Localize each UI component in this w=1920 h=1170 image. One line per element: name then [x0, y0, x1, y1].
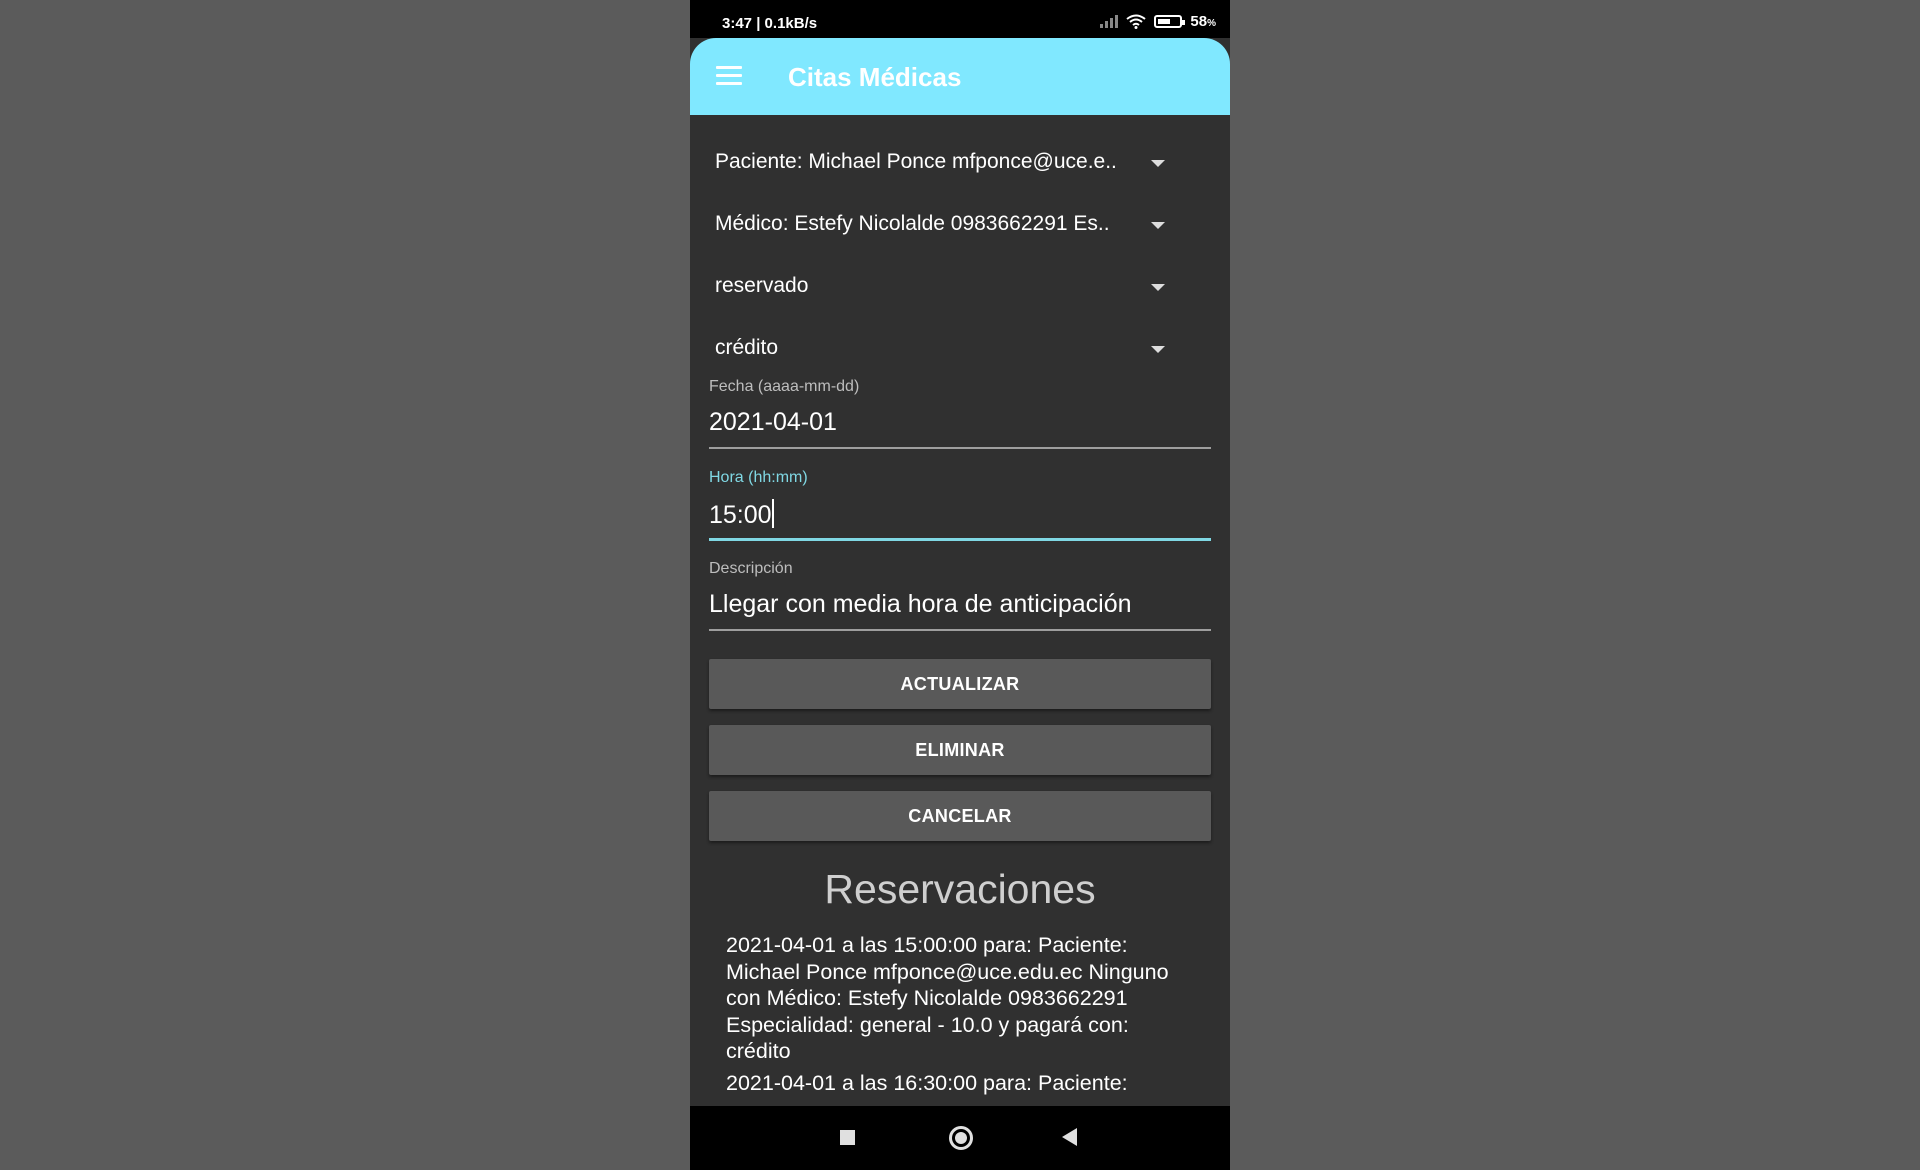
phone-screen: 3:47 | 0.1kB/s 58% Citas Médicas Pacient…: [690, 0, 1230, 1170]
fecha-label: Fecha (aaaa-mm-dd): [709, 378, 860, 395]
recents-square-icon[interactable]: [840, 1130, 855, 1145]
pago-spinner[interactable]: crédito: [715, 328, 1205, 368]
back-triangle-icon[interactable]: [1062, 1128, 1077, 1146]
signal-icon: [1100, 15, 1119, 28]
status-time: 3:47 | 0.1kB/s: [722, 15, 818, 32]
reservaciones-title: Reservaciones: [824, 866, 1096, 912]
pago-spinner-value: crédito: [715, 336, 779, 359]
medico-spinner-value: Médico: Estefy Nicolalde 0983662291 Es..: [715, 212, 1110, 235]
list-item[interactable]: 2021-04-01 a las 16:30:00 para: Paciente…: [726, 1070, 1196, 1097]
paciente-spinner-value: Paciente: Michael Ponce mfponce@uce.e..: [715, 150, 1117, 173]
hora-field[interactable]: Hora (hh:mm) 15:00: [709, 469, 1211, 541]
descripcion-label: Descripción: [709, 560, 793, 577]
text-cursor: [771, 499, 774, 528]
dropdown-caret-icon: [1151, 346, 1165, 353]
hora-label: Hora (hh:mm): [709, 469, 808, 486]
estado-spinner[interactable]: reservado: [715, 266, 1205, 306]
hora-underline: [709, 538, 1211, 541]
battery-icon: [1154, 15, 1186, 28]
app-title: Citas Médicas: [788, 62, 962, 92]
app-bar: Citas Médicas: [690, 38, 1230, 115]
hora-input[interactable]: 15:00: [709, 499, 1211, 533]
actualizar-button[interactable]: ACTUALIZAR: [709, 659, 1211, 709]
wifi-icon: [1126, 14, 1147, 29]
paciente-spinner[interactable]: Paciente: Michael Ponce mfponce@uce.e..: [715, 142, 1205, 182]
descripcion-input[interactable]: Llegar con media hora de anticipación: [709, 590, 1211, 624]
estado-spinner-value: reservado: [715, 274, 809, 297]
descripcion-field[interactable]: Descripción Llegar con media hora de ant…: [709, 560, 1211, 631]
eliminar-button[interactable]: ELIMINAR: [709, 725, 1211, 775]
home-circle-icon[interactable]: [949, 1126, 973, 1150]
dropdown-caret-icon: [1151, 160, 1165, 167]
reservaciones-list[interactable]: 2021-04-01 a las 15:00:00 para: Paciente…: [726, 932, 1196, 1101]
status-icons: 58%: [1100, 13, 1216, 30]
navigation-bar: [690, 1106, 1230, 1170]
fecha-input[interactable]: 2021-04-01: [709, 408, 1211, 442]
dropdown-caret-icon: [1151, 284, 1165, 291]
list-item[interactable]: 2021-04-01 a las 15:00:00 para: Paciente…: [726, 932, 1196, 1065]
descripcion-underline: [709, 629, 1211, 631]
hora-input-value: 15:00: [709, 501, 772, 529]
fecha-field[interactable]: Fecha (aaaa-mm-dd) 2021-04-01: [709, 378, 1211, 449]
hamburger-menu-icon[interactable]: [716, 66, 742, 86]
cancelar-button[interactable]: CANCELAR: [709, 791, 1211, 841]
medico-spinner[interactable]: Médico: Estefy Nicolalde 0983662291 Es..: [715, 204, 1205, 244]
battery-text: 58%: [1190, 13, 1216, 30]
status-bar: 3:47 | 0.1kB/s 58%: [690, 0, 1230, 38]
fecha-underline: [709, 447, 1211, 449]
dropdown-caret-icon: [1151, 222, 1165, 229]
